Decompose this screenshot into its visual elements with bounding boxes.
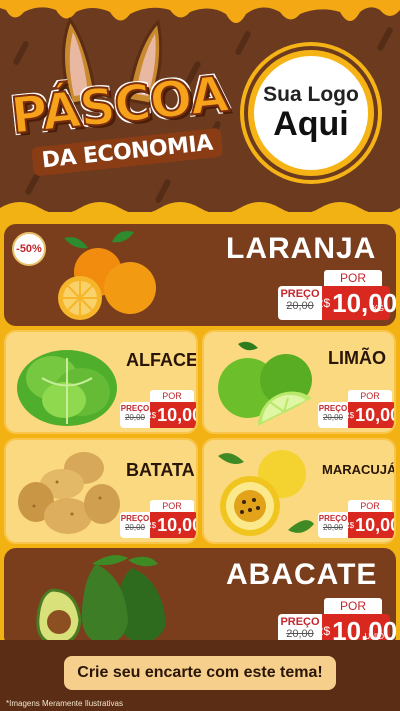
current-price-box: R$ 10,00 bbox=[146, 402, 198, 428]
logo-text-line2: Aqui bbox=[273, 105, 349, 144]
currency: R$ bbox=[343, 520, 355, 530]
lime-icon bbox=[218, 341, 312, 426]
price-tag: POR PREÇO 20,00 R$ 10,00 bbox=[120, 500, 198, 542]
product-name: LIMÃO bbox=[328, 348, 386, 368]
current-price: 10,00 bbox=[355, 404, 396, 425]
product-name: MARACUJÁ bbox=[322, 462, 396, 477]
chocolate-sprinkle bbox=[12, 40, 30, 66]
logo-text-line1: Sua Logo bbox=[263, 83, 359, 107]
currency: R$ bbox=[343, 410, 355, 420]
unit-label: KG bbox=[372, 304, 384, 313]
current-price-box: R$ 10,00 bbox=[344, 512, 396, 538]
price-tag: POR PREÇO 20,00 R$ 10,00 bbox=[318, 500, 396, 542]
product-name: BATATA bbox=[126, 460, 195, 480]
currency: R$ bbox=[314, 296, 331, 310]
product-card-maracuja[interactable]: MARACUJÁ POR PREÇO 20,00 R$ 10,00 bbox=[202, 438, 396, 544]
por-label: POR bbox=[150, 390, 194, 402]
logo-placeholder: Sua Logo Aqui bbox=[248, 50, 374, 176]
current-price-box: R$ 10,00 bbox=[344, 402, 396, 428]
discount-badge: -50% bbox=[12, 232, 46, 266]
current-price: 10,00 bbox=[157, 514, 198, 535]
por-label: POR bbox=[348, 500, 392, 512]
header-banner: PÁSCOA DA ECONOMIA Sua Logo Aqui bbox=[0, 0, 400, 212]
product-name: ALFACE bbox=[126, 350, 198, 370]
lettuce-icon bbox=[17, 350, 117, 426]
title-block: PÁSCOA DA ECONOMIA bbox=[7, 64, 237, 197]
product-name: LARANJA bbox=[226, 232, 377, 265]
avocado-icon bbox=[36, 555, 166, 646]
por-label: POR bbox=[324, 598, 382, 614]
price-tag: POR PREÇO 20,00 R$ 10,00 bbox=[120, 390, 198, 432]
current-price: 10,00 bbox=[332, 287, 396, 318]
wave-divider bbox=[0, 202, 400, 226]
currency: R$ bbox=[145, 520, 157, 530]
disclaimer-text: *Imagens Meramente Ilustrativas bbox=[6, 699, 123, 708]
potato-icon bbox=[18, 452, 120, 534]
product-card-laranja[interactable]: -50% LARANJA POR PREÇO 20,00 R$ 10,00 KG bbox=[4, 224, 396, 326]
current-price-box: R$ 10,00 KG bbox=[315, 286, 396, 320]
current-price: 10,00 bbox=[157, 404, 198, 425]
product-card-abacate[interactable]: ABACATE POR PREÇO 20,00 R$ 10,00 UNID bbox=[4, 548, 396, 648]
currency: R$ bbox=[145, 410, 157, 420]
product-card-alface[interactable]: ALFACE POR PREÇO 20,00 R$ 10,00 bbox=[4, 330, 198, 434]
por-label: POR bbox=[150, 500, 194, 512]
por-label: POR bbox=[348, 390, 392, 402]
current-price-box: R$ 10,00 bbox=[146, 512, 198, 538]
price-tag: POR PREÇO 20,00 R$ 10,00 bbox=[318, 390, 396, 432]
por-label: POR bbox=[324, 270, 382, 286]
price-tag: POR PREÇO 20,00 R$ 10,00 KG bbox=[278, 270, 396, 324]
orange-fruit-icon bbox=[58, 231, 156, 320]
product-name: ABACATE bbox=[226, 558, 378, 591]
currency: R$ bbox=[314, 624, 331, 638]
passion-fruit-icon bbox=[218, 450, 314, 536]
product-card-batata[interactable]: BATATA POR PREÇO 20,00 R$ 10,00 bbox=[4, 438, 198, 544]
cta-button[interactable]: Crie seu encarte com este tema! bbox=[64, 656, 336, 690]
current-price: 10,00 bbox=[355, 514, 396, 535]
product-card-limao[interactable]: LIMÃO POR PREÇO 20,00 R$ 10,00 bbox=[202, 330, 396, 434]
